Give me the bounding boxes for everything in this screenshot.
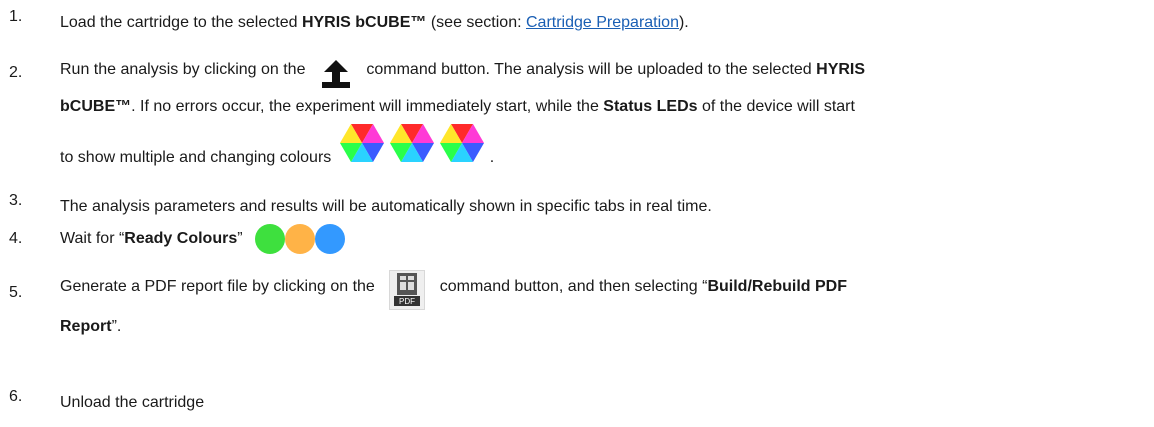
pdf-report-icon[interactable]: PDF <box>389 270 426 310</box>
ready-colours-label: Ready Colours <box>124 230 238 248</box>
step-text: The analysis parameters and results will… <box>60 192 1134 222</box>
upload-icon[interactable] <box>320 58 352 90</box>
step-text: Generate a PDF report file by clicking o… <box>60 264 1134 344</box>
text: The analysis parameters and results will… <box>60 198 712 215</box>
text: . If no errors occur, the experiment wil… <box>131 98 604 115</box>
device-name: HYRIS bCUBE™ <box>301 14 427 31</box>
orange-led-icon <box>285 223 315 254</box>
status-leds-label: Status LEDs <box>603 98 698 115</box>
text: command button, and then selecting “ <box>439 278 708 295</box>
step-number: 4. <box>9 230 23 247</box>
text: . <box>489 149 495 166</box>
step-number: 2. <box>9 64 23 81</box>
step-number: 5. <box>9 284 23 301</box>
rgb-hexagon-icon <box>389 124 434 162</box>
green-led-icon <box>255 223 285 254</box>
text: Generate a PDF report file by clicking o… <box>60 278 375 295</box>
cartridge-preparation-link[interactable]: Cartridge Preparation <box>526 14 679 31</box>
multicolor-led-icons <box>339 124 490 184</box>
menu-option-label: Build/Rebuild PDF <box>707 278 847 295</box>
text: ). <box>678 14 689 31</box>
menu-option-label: Report <box>60 318 112 335</box>
text: to show multiple and changing colours <box>60 149 332 166</box>
rgb-hexagon-icon <box>439 124 484 162</box>
text: (see section: <box>426 14 526 31</box>
rgb-hexagon-icon <box>339 124 384 162</box>
step-number: 1. <box>9 8 23 25</box>
ready-colour-dots <box>255 222 345 256</box>
svg-text:PDF: PDF <box>399 297 415 306</box>
step-text: Unload the cartridge <box>60 388 1134 418</box>
text: Load the cartridge to the selected <box>60 14 302 31</box>
step-text: Wait for “Ready Colours” <box>60 222 1134 256</box>
text: ”. <box>111 318 122 335</box>
device-name: HYRIS <box>816 61 866 78</box>
step-number: 6. <box>9 388 23 405</box>
text: ” <box>237 230 243 248</box>
text: command button. The analysis will be upl… <box>366 61 817 78</box>
text: of the device will start <box>697 98 855 115</box>
text: Run the analysis by clicking on the <box>60 61 306 78</box>
step-text: Run the analysis by clicking on the comm… <box>60 50 1134 176</box>
blue-led-icon <box>315 223 345 254</box>
step-text: Load the cartridge to the selected HYRIS… <box>60 8 1134 38</box>
text: Wait for “ <box>60 230 125 248</box>
step-number: 3. <box>9 192 23 209</box>
device-name: bCUBE™ <box>60 98 132 115</box>
text: Unload the cartridge <box>60 394 205 411</box>
